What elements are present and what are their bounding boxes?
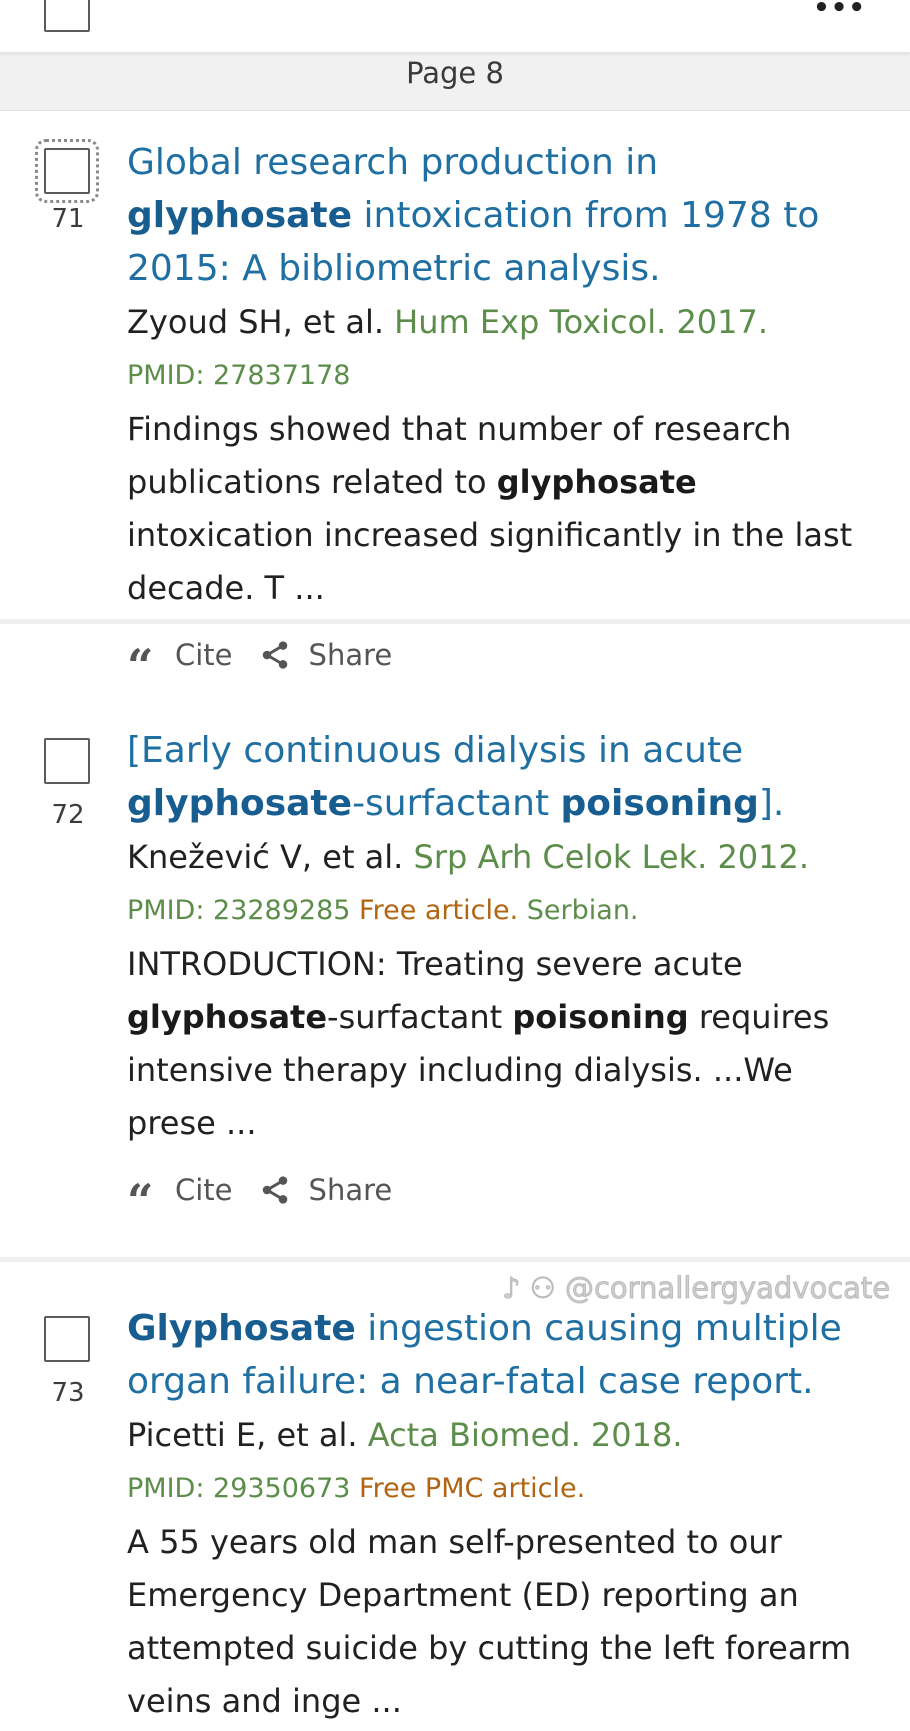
result-snippet: INTRODUCTION: Treating severe acute glyp… [127,945,830,1142]
search-result: 72 [Early continuous dialysis in acute g… [0,624,910,1262]
share-icon [262,1176,287,1204]
result-authors: Zyoud SH, et al. [127,303,384,341]
result-snippet: Findings showed that number of research … [127,410,853,607]
result-language: Serbian. [526,895,639,926]
more-options-icon[interactable]: ••• [813,0,866,21]
select-all-checkbox[interactable] [44,0,90,32]
result-checkbox[interactable] [44,1316,90,1362]
search-result: 71 Global research production in glyphos… [0,110,910,672]
citation-line: Zyoud SH, et al. Hum Exp Toxicol. 2017. [127,295,872,349]
highlighted-term: glyphosate [127,998,328,1036]
citation-line: Picetti E, et al. Acta Biomed. 2018. [127,1408,872,1462]
result-pmid: PMID: 23289285 [127,895,351,926]
result-authors: Picetti E, et al. [127,1416,358,1454]
result-title-link[interactable]: Glyphosate ingestion causing multiple or… [127,1302,872,1408]
share-label: Share [308,1173,393,1207]
pmid-line: PMID: 23289285 Free article. Serbian. [127,884,872,938]
citation-line: Knežević V, et al. Srp Arh Celok Lek. 20… [127,830,872,884]
result-body: [Early continuous dialysis in acute glyp… [127,724,872,1220]
result-body: Global research production in glyphosate… [127,136,872,685]
pmid-line: PMID: 27837178 [127,349,872,403]
highlighted-term: poisoning [512,998,689,1036]
result-number: 73 [51,1378,85,1408]
result-title-link[interactable]: [Early continuous dialysis in acute glyp… [127,724,872,830]
video-watermark: ♪ ⚇ @cornallergyadvocate [501,1271,891,1306]
cite-label: Cite [175,1173,233,1207]
highlighted-term: poisoning [560,783,759,824]
result-actions: “ Cite Share [127,1160,872,1220]
cite-button[interactable]: “ Cite [127,1173,233,1207]
highlighted-term: glyphosate [127,195,353,236]
result-checkbox[interactable] [35,139,99,203]
result-pmid: PMID: 29350673 [127,1473,351,1504]
result-number: 72 [51,800,85,830]
result-journal: Srp Arh Celok Lek. 2012. [413,838,810,876]
result-title-link[interactable]: Global research production in glyphosate… [127,136,872,295]
page-separator: Page 8 [0,52,910,111]
result-number: 71 [51,204,85,234]
share-button[interactable]: Share [259,1173,393,1207]
pmid-line: PMID: 29350673 Free PMC article. [127,1462,872,1516]
result-checkbox[interactable] [44,738,90,784]
result-body: Glyphosate ingestion causing multiple or… [127,1302,872,1728]
result-pmid: PMID: 27837178 [127,360,351,391]
page-label: Page 8 [406,56,504,90]
quote-icon: “ [127,1175,153,1205]
highlighted-term: glyphosate [127,783,353,824]
result-authors: Knežević V, et al. [127,838,404,876]
search-result: 73 Glyphosate ingestion causing multiple… [0,1262,910,1731]
top-toolbar: ••• [0,0,910,53]
highlighted-term: glyphosate [496,463,697,501]
result-journal: Hum Exp Toxicol. 2017. [394,303,769,341]
result-journal: Acta Biomed. 2018. [367,1416,683,1454]
free-article-badge: Free article. [359,895,519,926]
free-article-badge: Free PMC article. [359,1473,586,1504]
result-snippet: A 55 years old man self-presented to our… [127,1523,852,1720]
highlighted-term: Glyphosate [127,1308,356,1349]
